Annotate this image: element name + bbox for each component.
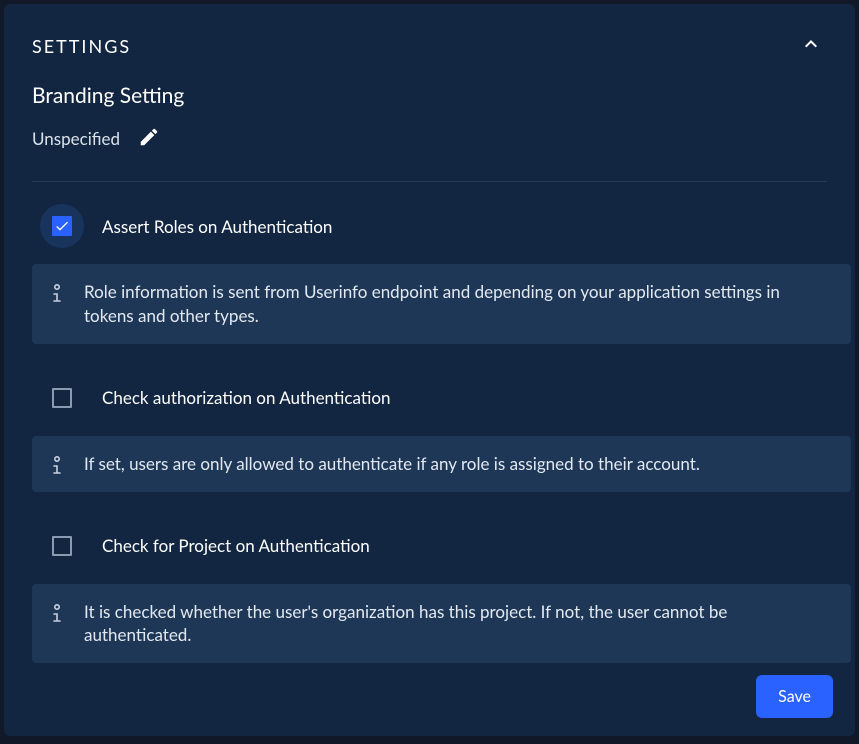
option-label: Check for Project on Authentication — [102, 535, 370, 556]
info-icon — [48, 280, 66, 304]
collapse-button[interactable] — [795, 28, 827, 63]
checkbox-check-project[interactable] — [52, 536, 72, 556]
info-text: It is checked whether the user's organiz… — [84, 600, 831, 648]
pencil-icon — [138, 126, 160, 151]
option-check-project: Check for Project on Authentication It i… — [4, 524, 855, 664]
checkbox-assert-roles[interactable] — [52, 216, 72, 236]
footer: Save — [756, 675, 833, 718]
info-text: Role information is sent from Userinfo e… — [84, 280, 831, 328]
option-row: Assert Roles on Authentication — [4, 204, 855, 248]
info-box: If set, users are only allowed to authen… — [32, 436, 851, 492]
info-box: It is checked whether the user's organiz… — [32, 584, 851, 664]
option-row: Check authorization on Authentication — [4, 376, 855, 420]
option-label: Assert Roles on Authentication — [102, 216, 332, 237]
info-text: If set, users are only allowed to authen… — [84, 452, 700, 476]
option-check-authorization: Check authorization on Authentication If… — [4, 376, 855, 492]
checkbox-wrap — [40, 524, 84, 568]
branding-value: Unspecified — [32, 128, 120, 149]
option-assert-roles: Assert Roles on Authentication Role info… — [4, 204, 855, 344]
edit-branding-button[interactable] — [136, 124, 162, 153]
settings-panel: SETTINGS Branding Setting Unspecified — [4, 4, 855, 736]
branding-title: Branding Setting — [32, 83, 827, 108]
option-row: Check for Project on Authentication — [4, 524, 855, 568]
checkbox-check-authorization[interactable] — [52, 388, 72, 408]
branding-value-row: Unspecified — [32, 124, 827, 153]
panel-title: SETTINGS — [32, 35, 131, 57]
panel-header: SETTINGS — [4, 4, 855, 63]
info-box: Role information is sent from Userinfo e… — [32, 264, 851, 344]
checkbox-wrap — [40, 204, 84, 248]
save-button[interactable]: Save — [756, 675, 833, 718]
chevron-up-icon — [799, 32, 823, 59]
info-icon — [48, 600, 66, 624]
option-label: Check authorization on Authentication — [102, 387, 390, 408]
info-icon — [48, 452, 66, 476]
checkbox-wrap — [40, 376, 84, 420]
check-icon — [54, 217, 70, 235]
branding-section: Branding Setting Unspecified — [4, 63, 855, 153]
divider — [32, 181, 827, 182]
